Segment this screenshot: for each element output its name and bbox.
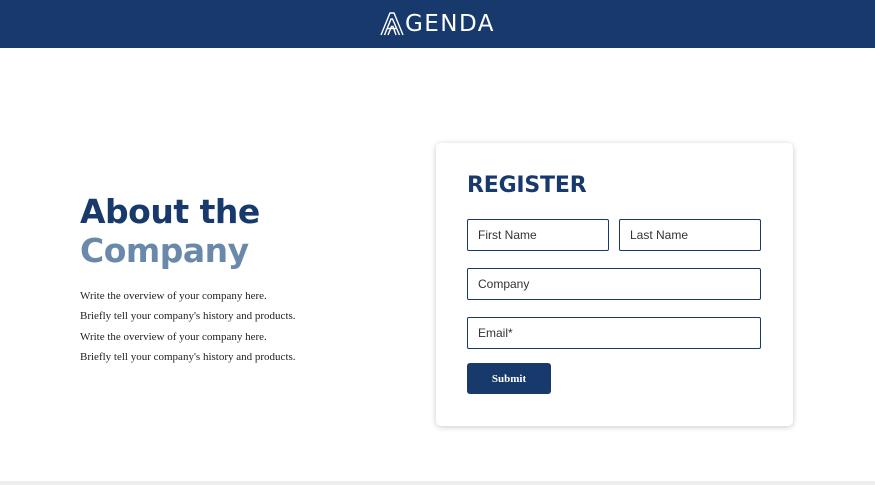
about-paragraph: Write the overview of your company here. <box>80 330 267 343</box>
about-paragraph: Briefly tell your company's history and … <box>80 350 296 363</box>
last-name-input[interactable]: Last Name <box>619 219 761 251</box>
about-heading-line1: About the <box>80 192 260 231</box>
about-paragraph: Briefly tell your company's history and … <box>80 310 296 323</box>
about-heading-line2: Company <box>80 231 249 270</box>
top-navbar: GENDA <box>0 0 875 48</box>
about-section: About the Company Write the overview of … <box>80 192 380 367</box>
about-heading: About the Company <box>80 192 380 270</box>
first-name-input[interactable]: First Name <box>467 219 609 251</box>
company-input[interactable]: Company <box>467 268 761 300</box>
register-card: REGISTER First Name Last Name Company Em… <box>436 143 793 426</box>
brand-logo[interactable]: GENDA <box>380 12 495 36</box>
register-title: REGISTER <box>467 173 587 198</box>
brand-name: GENDA <box>404 10 496 37</box>
stylized-a-logo-icon <box>380 12 404 36</box>
about-paragraph: Write the overview of your company here. <box>80 290 267 302</box>
email-input[interactable]: Email* <box>467 317 761 349</box>
about-description: Write the overview of your company here.… <box>80 286 380 367</box>
submit-button[interactable]: Submit <box>467 363 551 394</box>
footer-divider <box>0 481 875 485</box>
